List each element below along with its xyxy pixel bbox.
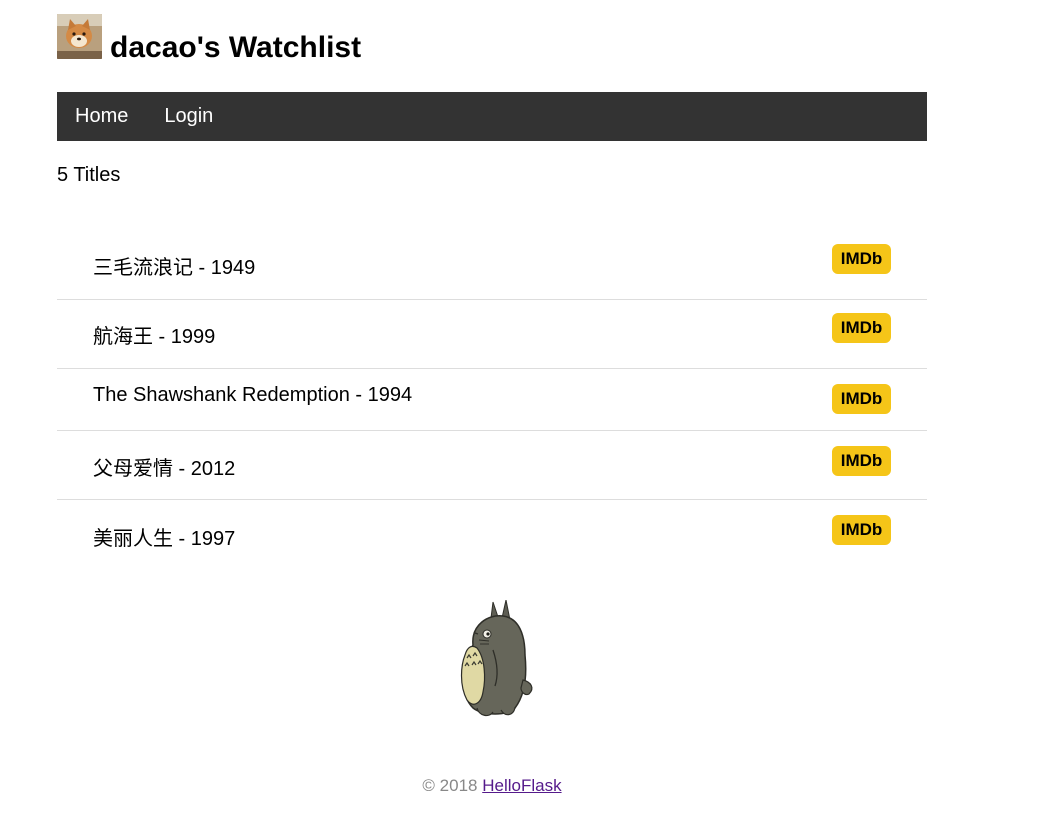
totoro-illustration xyxy=(453,599,535,718)
movie-item: 三毛流浪记 - 1949 IMDb xyxy=(57,231,927,300)
shiba-dog-avatar-icon xyxy=(57,14,102,59)
nav-home-link[interactable]: Home xyxy=(57,92,146,141)
imdb-link-button[interactable]: IMDb xyxy=(832,515,891,545)
imdb-link-button[interactable]: IMDb xyxy=(832,446,891,476)
copyright-text: © 2018 xyxy=(422,776,483,795)
movie-title: 三毛流浪记 - 1949 xyxy=(93,257,256,279)
movie-list: 三毛流浪记 - 1949 IMDb 航海王 - 1999 IMDb The Sh… xyxy=(57,231,927,568)
movie-title: 航海王 - 1999 xyxy=(93,326,216,348)
imdb-link-button[interactable]: IMDb xyxy=(832,244,891,274)
page: dacao's Watchlist Home Login 5 Titles 三毛… xyxy=(57,0,927,795)
movie-item: The Shawshank Redemption - 1994 IMDb xyxy=(57,369,927,431)
imdb-link-button[interactable]: IMDb xyxy=(832,384,891,414)
header: dacao's Watchlist xyxy=(57,0,927,92)
footer: © 2018 HelloFlask xyxy=(57,776,927,796)
avatar xyxy=(57,14,102,59)
titles-count: 5 Titles xyxy=(57,164,121,186)
movie-title: 美丽人生 - 1997 xyxy=(93,528,236,550)
site-title: dacao's Watchlist xyxy=(110,31,362,64)
totoro-icon xyxy=(460,599,533,717)
helloflask-link[interactable]: HelloFlask xyxy=(482,776,561,795)
movie-item: 航海王 - 1999 IMDb xyxy=(57,300,927,369)
movie-title: 父母爱情 - 2012 xyxy=(93,458,236,480)
movie-item: 美丽人生 - 1997 IMDb xyxy=(57,500,927,568)
movie-item: 父母爱情 - 2012 IMDb xyxy=(57,431,927,500)
nav-login-link[interactable]: Login xyxy=(146,92,231,141)
movie-title: The Shawshank Redemption - 1994 xyxy=(93,384,413,406)
imdb-link-button[interactable]: IMDb xyxy=(832,313,891,343)
navbar: Home Login xyxy=(57,92,927,141)
